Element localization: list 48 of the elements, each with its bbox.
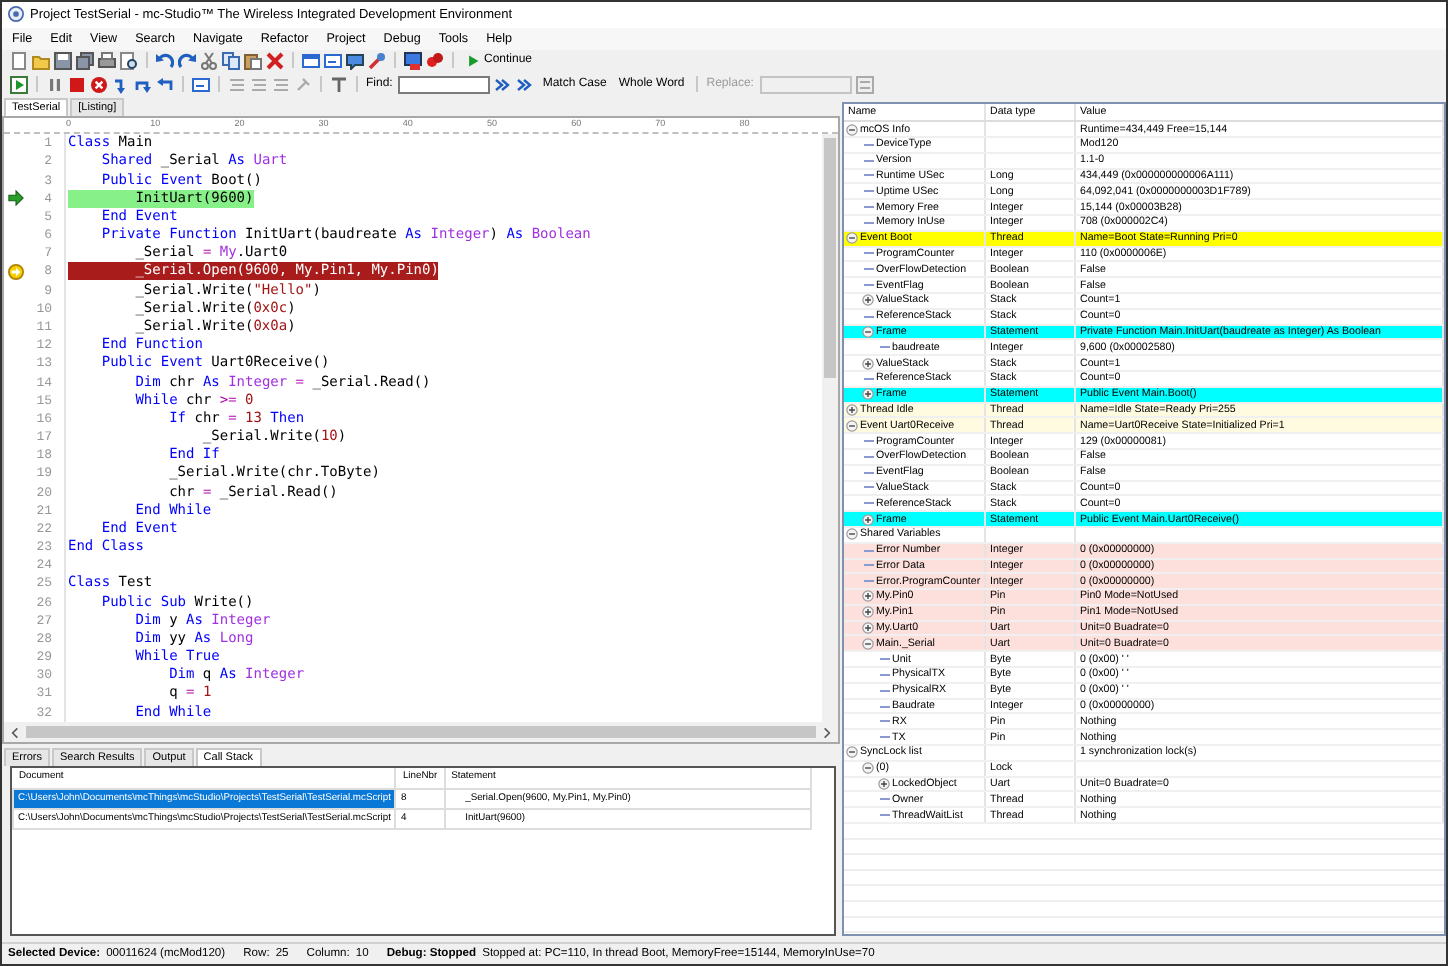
- step-into-icon[interactable]: [112, 75, 130, 94]
- window-icon[interactable]: [192, 75, 210, 94]
- expand-icon[interactable]: [862, 294, 874, 307]
- window-icon[interactable]: [302, 51, 320, 70]
- collapse-icon[interactable]: [846, 419, 858, 432]
- expand-icon[interactable]: [862, 590, 874, 603]
- collapse-icon[interactable]: [846, 232, 858, 245]
- collapse-icon[interactable]: [862, 762, 874, 775]
- step-out-icon[interactable]: [156, 75, 174, 94]
- collapse-icon[interactable]: [846, 746, 858, 759]
- collapse-icon[interactable]: [862, 637, 874, 650]
- scroll-left-icon[interactable]: [8, 725, 22, 740]
- play-icon: [466, 53, 480, 68]
- undo-icon[interactable]: [156, 51, 174, 70]
- expand-icon[interactable]: [862, 606, 874, 619]
- copy-icon[interactable]: [222, 51, 240, 70]
- expand-icon[interactable]: [862, 622, 874, 635]
- vertical-scrollbar[interactable]: [822, 134, 838, 723]
- run-icon[interactable]: [10, 75, 28, 94]
- new-file-icon[interactable]: [10, 51, 28, 70]
- paste-icon[interactable]: [244, 51, 262, 70]
- pause-icon[interactable]: [46, 75, 64, 94]
- redo-icon[interactable]: [178, 51, 196, 70]
- text-icon[interactable]: [330, 75, 348, 94]
- cut-icon[interactable]: [200, 51, 218, 70]
- app-icon: [8, 6, 24, 23]
- collapse-icon[interactable]: [846, 528, 858, 541]
- horizontal-scrollbar[interactable]: [26, 726, 816, 739]
- delete-icon[interactable]: [266, 51, 284, 70]
- stop-icon[interactable]: [68, 75, 86, 94]
- expand-icon[interactable]: [862, 388, 874, 401]
- scroll-right-icon[interactable]: [820, 725, 834, 740]
- speech-bubble-icon[interactable]: [346, 51, 364, 70]
- collapse-icon[interactable]: [846, 123, 858, 136]
- find-next-icon[interactable]: [494, 75, 513, 94]
- collapse-icon[interactable]: [862, 325, 874, 338]
- find-previous-icon[interactable]: [516, 75, 535, 94]
- find-field[interactable]: [398, 75, 491, 94]
- expand-icon[interactable]: [878, 778, 890, 791]
- expand-icon[interactable]: [846, 403, 858, 416]
- save-all-icon[interactable]: [76, 51, 94, 70]
- cancel-icon[interactable]: [90, 75, 108, 94]
- window-icon[interactable]: [324, 51, 342, 70]
- expand-icon[interactable]: [862, 357, 874, 370]
- print-icon[interactable]: [98, 51, 116, 70]
- expand-icon[interactable]: [862, 513, 874, 525]
- print-preview-icon[interactable]: [120, 51, 138, 70]
- save-icon[interactable]: [54, 51, 72, 70]
